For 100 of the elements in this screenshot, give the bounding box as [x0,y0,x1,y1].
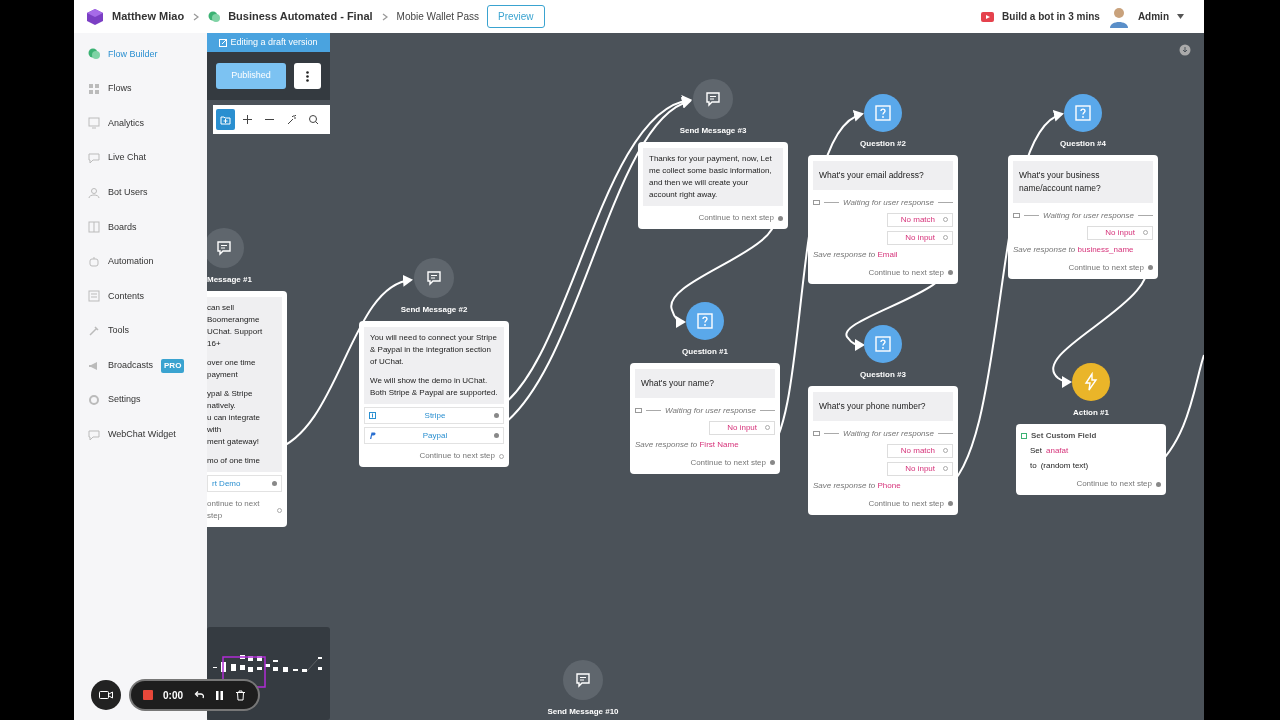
connection-dot[interactable] [1156,481,1161,487]
reply-chip[interactable]: No match [887,443,953,458]
pause-button[interactable] [214,689,225,701]
sidebar-item[interactable]: Tools [74,313,207,349]
set-label: Set [1030,445,1042,457]
message-button[interactable]: Paypal [364,427,504,444]
sidebar-item[interactable]: Boards [74,209,207,245]
undo-button[interactable] [193,689,204,701]
question-text: What's your email address? [813,161,953,190]
save-label: Save response to [813,480,877,490]
message-node-icon[interactable] [693,79,733,119]
workspace-name[interactable]: Matthew Miao [112,8,185,25]
sidebar-item[interactable]: Broadcasts PRO [74,348,207,383]
action-name: Set Custom Field [1031,430,1097,442]
node-card[interactable]: You will need to connect your Stripe & Paypal in the integration section of UChat. We will show the demo in UChat. Both Stripe & Paypal are supported. Stripe Paypal Continue to next step [359,321,509,467]
field-name: Phone [877,480,901,490]
connection-dot[interactable] [770,460,775,466]
promo-link[interactable]: Build a bot in 3 mins [1002,9,1100,24]
reply-chip[interactable]: No input [887,461,953,476]
message-node-icon[interactable] [563,660,603,700]
node-card[interactable]: What's your business name/account name? Waiting for user response No input Save response to business_name Continue to next step [1008,155,1158,279]
magic-wand-icon [286,114,297,125]
value-text: (random text) [1040,460,1089,472]
connection-dot[interactable] [277,507,282,513]
question-node-icon[interactable] [864,94,902,132]
node-card[interactable]: What's your phone number? Waiting for user response No match No input Save response to Phone Continue to next step [808,386,958,515]
node-card[interactable]: What's your name? Waiting for user response No input Save response to First Name Continue to next step [630,363,780,474]
chat-bubbles-icon [88,48,100,61]
avatar-icon [1107,5,1130,28]
message-text: Thanks for your payment, now, Let me collect some basic information, and then we will create your account right away. [649,153,773,201]
sidebar-item[interactable]: Automation [74,244,207,280]
message-node-icon[interactable] [414,258,454,298]
action-node-icon[interactable] [1072,363,1110,401]
more-button[interactable] [294,63,321,89]
node-title: Message #1 [207,274,253,286]
connection-dot[interactable] [778,215,783,221]
connection-dot[interactable] [494,413,499,418]
connection-dot[interactable] [948,270,953,276]
question-node-icon[interactable] [686,302,724,340]
video-play-icon [981,11,995,22]
message-button[interactable]: Stripe [364,407,504,424]
board-icon [88,221,100,234]
video-camera-icon [99,690,113,700]
sidebar-item[interactable]: WebChat Widget [74,417,207,453]
field-name: anafat [1046,445,1069,457]
sidebar-item[interactable]: Live Chat [74,140,207,176]
sidebar-item[interactable]: Settings [74,382,207,418]
delete-button[interactable] [235,689,246,701]
megaphone-icon [88,359,100,372]
continue-label: Continue to next step [698,212,774,224]
question-node-icon[interactable] [864,325,902,363]
node-card[interactable]: Thanks for your payment, now, Let me collect some basic information, and then we will create your account right away. Continue to next step [638,142,788,229]
caret-icon [1177,14,1184,19]
chat-icon [703,89,723,109]
sidebar-item[interactable]: Contents [74,279,207,314]
flow-name[interactable]: Business Automated - Final [228,8,373,25]
continue-label: Continue to next step [1068,261,1144,274]
message-node-icon[interactable] [207,228,244,268]
question-text: What's your business name/account name? [1013,161,1153,203]
chat-icon [88,428,100,441]
node-card[interactable]: What's your email address? Waiting for user response No match No input Save response to Email Continue to next step [808,155,958,284]
connection-dot[interactable] [499,453,504,459]
sidebar-item[interactable]: Flows [74,71,207,107]
message-button[interactable]: rt Demo [207,475,282,492]
grid-icon [88,82,100,95]
robot-icon [88,255,100,268]
save-label: Save response to [1013,244,1077,254]
input-icon [813,200,820,206]
sidebar-item[interactable]: Analytics [74,106,207,141]
reply-chip[interactable]: No input [1087,225,1153,240]
sidebar-item[interactable]: Flow Builder [74,37,207,72]
continue-label: Continue to next step [868,497,944,510]
waiting-text: Waiting for user response [843,427,934,440]
trash-icon [235,689,246,701]
field-name: First Name [699,439,739,449]
save-label: Save response to [635,439,699,449]
input-icon [1013,213,1020,218]
connection-dot[interactable] [1148,265,1153,270]
user-menu[interactable]: Admin [1137,9,1169,24]
connection-dot[interactable] [272,481,277,486]
node-card[interactable]: can sell Boomerangme UChat. Support 16+ over one time payment ypal & Stripe natively. u can integrate with ment gateway! mo of one time rt Demo ontinue to next step [207,291,287,527]
reply-chip[interactable]: No match [887,212,953,227]
question-icon [873,334,893,354]
question-icon [873,103,893,123]
chevron-icon [192,11,201,22]
recording-time: 0:00 [163,688,183,703]
message-text: over one time payment [207,357,257,381]
question-node-icon[interactable] [1064,94,1102,132]
connection-dot[interactable] [494,433,499,438]
continue-label: Continue to next step [1076,478,1152,490]
message-text: mo of one time [207,455,261,467]
reply-chip[interactable]: No input [709,420,775,435]
reply-chip[interactable]: No input [887,230,953,245]
node-title: Question #4 [1060,138,1106,150]
node-card[interactable]: Set Custom Field Set anafat to (random text) Continue to next step [1016,424,1166,495]
continue-label: Continue to next step [690,456,766,469]
kebab-icon [306,70,309,82]
message-text: We will show the demo in UChat. Both Stripe & Paypal are supported. [370,375,498,399]
connection-dot[interactable] [948,501,953,507]
sidebar-item[interactable]: Bot Users [74,175,207,210]
